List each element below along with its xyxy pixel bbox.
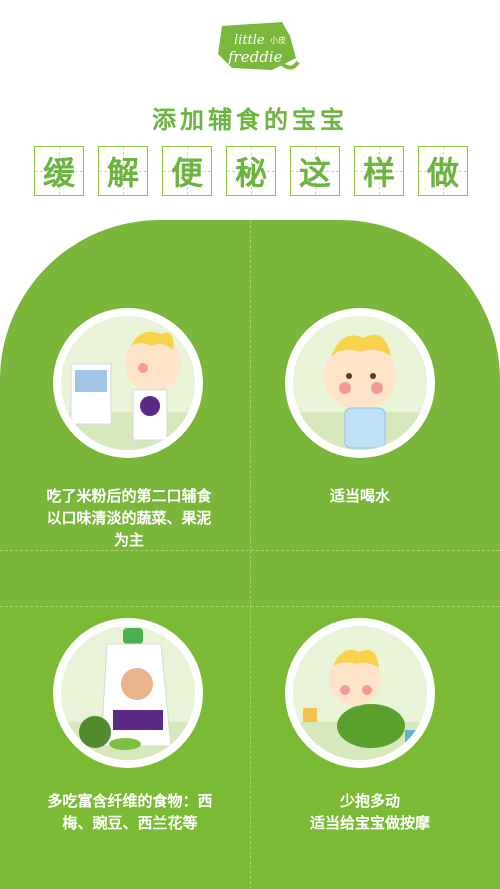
title-char: 样 xyxy=(354,146,404,196)
divider-horizontal xyxy=(0,606,500,607)
tip-illustration xyxy=(53,308,203,458)
baby-with-cereal-icon xyxy=(61,331,195,450)
title-char: 缓 xyxy=(34,146,84,196)
title-char: 做 xyxy=(418,146,468,196)
title-row: 缓 解 便 秘 这 样 做 xyxy=(34,146,468,196)
logo-mark: 小皮 xyxy=(270,35,286,45)
tip-line: 吃了米粉后的第二口辅食 xyxy=(46,487,212,505)
divider-vertical xyxy=(250,220,251,889)
tip-caption: 适当喝水 xyxy=(280,485,440,507)
tip-line: 适当给宝宝做按摩 xyxy=(309,814,430,832)
tip-caption: 吃了米粉后的第二口辅食 以口味清淡的蔬菜、果泥 为主 xyxy=(34,485,224,551)
logo-line2: freddie xyxy=(227,48,283,66)
crawling-baby-icon xyxy=(293,649,427,760)
title-char: 秘 xyxy=(226,146,276,196)
baby-drinking-icon xyxy=(293,334,427,450)
tip-heading: 少抱多动 xyxy=(339,792,400,810)
tip-illustration xyxy=(285,618,435,768)
title-char: 便 xyxy=(162,146,212,196)
tip-line: 适当喝水 xyxy=(329,487,390,505)
tip-illustration xyxy=(285,308,435,458)
tip-caption: 少抱多动 适当给宝宝做按摩 xyxy=(270,790,470,834)
logo-line1: little xyxy=(234,33,265,48)
brand-logo: little freddie 小皮 xyxy=(218,22,300,70)
title-char: 解 xyxy=(98,146,148,196)
tip-line: 以口味清淡的蔬菜、果泥 xyxy=(46,509,212,527)
tip-illustration xyxy=(53,618,203,768)
tip-line: 梅、豌豆、西兰花等 xyxy=(62,814,198,832)
tip-line: 为主 xyxy=(113,531,144,549)
tip-caption: 多吃富含纤维的食物：西 梅、豌豆、西兰花等 xyxy=(30,790,230,834)
fruit-pouch-icon xyxy=(61,628,195,760)
subtitle: 添加辅食的宝宝 xyxy=(152,106,348,134)
title-char: 这 xyxy=(290,146,340,196)
tip-line: 多吃富含纤维的食物：西 xyxy=(47,792,213,810)
